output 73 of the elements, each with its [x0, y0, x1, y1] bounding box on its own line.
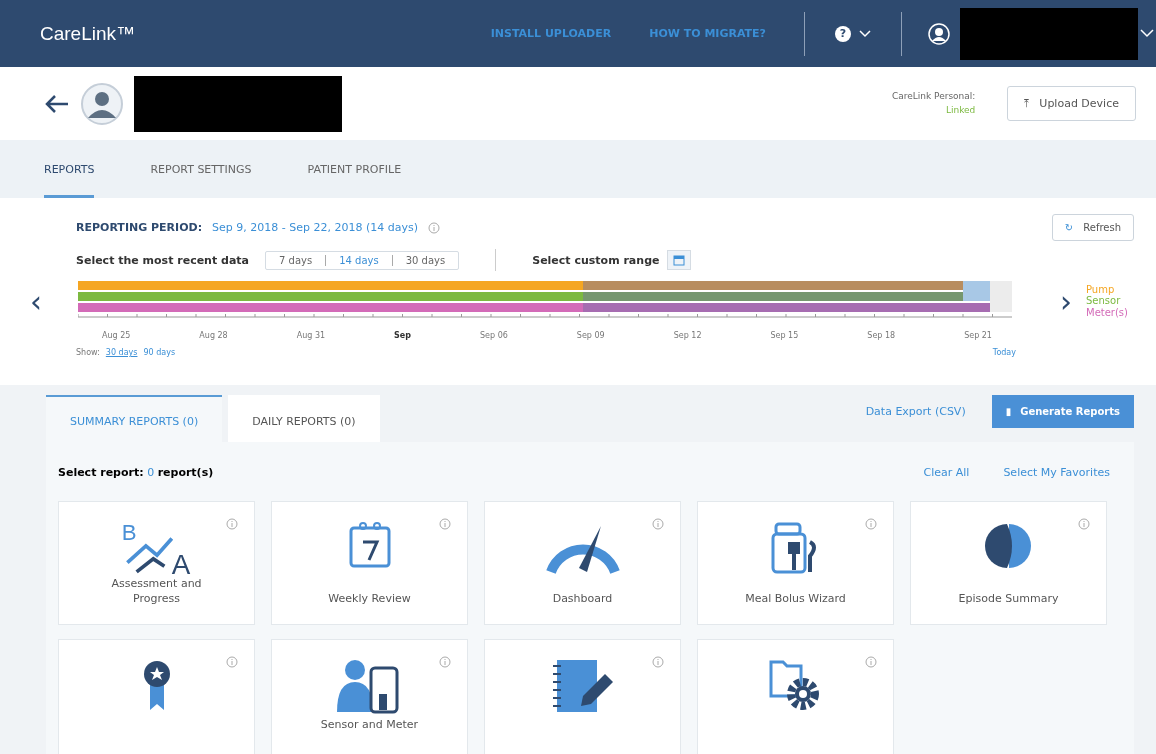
back-arrow-icon[interactable] — [44, 93, 70, 114]
info-icon[interactable] — [865, 656, 877, 668]
report-tab[interactable]: SUMMARY REPORTS (0) — [46, 395, 223, 442]
calendar-button[interactable] — [667, 250, 692, 270]
tab[interactable]: PATIENT PROFILE — [307, 140, 402, 198]
report-card[interactable]: Sensor and Meter — [271, 639, 468, 754]
report-tab[interactable]: DAILY REPORTS (0) — [228, 395, 380, 442]
axis-label: Aug 31 — [296, 331, 326, 340]
chevron-down-icon[interactable] — [859, 29, 871, 38]
axis-label: Aug 28 — [199, 331, 228, 340]
report-title: Assessment and Progress — [110, 577, 203, 606]
info-icon[interactable] — [439, 518, 451, 530]
legend-label: Sensor — [1086, 295, 1122, 307]
range-option[interactable]: 7 days — [266, 254, 326, 266]
axis-label: Sep 06 — [480, 331, 508, 340]
axis-label: Sep 15 — [770, 331, 799, 340]
report-card[interactable] — [58, 639, 255, 754]
show-range-link[interactable]: 30 days — [105, 348, 138, 357]
show-range-link[interactable]: 90 days — [143, 348, 176, 357]
info-icon[interactable] — [652, 518, 664, 530]
selection-count: Select report: 0 report(s) — [58, 466, 214, 479]
report-card[interactable]: Meal Bolus Wizard — [697, 501, 894, 625]
report-title: Sensor and Meter — [319, 717, 420, 732]
period-label: REPORTING PERIOD: — [76, 221, 203, 234]
refresh-button[interactable]: ↻ Refresh — [1051, 214, 1134, 241]
range-option[interactable]: 30 days — [391, 254, 459, 266]
period-value: Sep 9, 2018 - Sep 22, 2018 (14 days) — [212, 221, 418, 234]
calendar-icon — [673, 254, 686, 266]
select-favorites-link[interactable]: Select My Favorites — [1003, 466, 1110, 479]
info-icon[interactable] — [652, 656, 664, 668]
status-value: Linked — [944, 103, 976, 117]
report-card[interactable]: B A Assessment and Progress — [58, 501, 255, 625]
today-link[interactable]: Today — [992, 348, 1016, 357]
status-label: CareLink Personal: — [891, 90, 976, 103]
calendar-icon — [347, 520, 392, 570]
tab[interactable]: REPORT SETTINGS — [150, 140, 252, 198]
report-title: Meal Bolus Wizard — [744, 591, 847, 606]
report-title: Dashboard — [551, 591, 614, 606]
report-card[interactable]: Episode Summary — [910, 501, 1107, 625]
report-card[interactable]: Dashboard — [484, 501, 681, 625]
axis-label: Sep 09 — [576, 331, 605, 340]
info-icon[interactable] — [865, 518, 877, 530]
info-icon[interactable] — [226, 656, 238, 668]
user-avatar-icon[interactable] — [928, 22, 950, 45]
upload-device-button[interactable]: ⤒ Upload Device — [1007, 86, 1136, 121]
axis-label: Sep 12 — [673, 331, 702, 340]
axis-label: Sep 18 — [867, 331, 896, 340]
report-card[interactable] — [484, 639, 681, 754]
custom-range-label: Select custom range — [532, 253, 660, 267]
report-card[interactable]: Weekly Review — [271, 501, 468, 625]
notebook-pencil-icon — [550, 658, 615, 714]
report-title: Weekly Review — [327, 591, 412, 606]
report-card[interactable] — [697, 639, 894, 754]
patient-avatar-icon — [80, 81, 124, 126]
axis-label: Sep 21 — [964, 331, 992, 340]
data-export-link[interactable]: Data Export (CSV) — [865, 405, 966, 418]
axis-label: Aug 25 — [102, 331, 131, 340]
legend-label: Pump — [1086, 283, 1116, 296]
chevron-down-icon[interactable] — [1140, 28, 1154, 39]
range-option[interactable]: 14 days — [325, 254, 392, 266]
carelink-logo: CareLink™ — [40, 22, 137, 45]
info-icon[interactable] — [226, 518, 238, 530]
recent-data-label: Select the most recent data — [76, 253, 250, 267]
info-icon[interactable] — [439, 656, 451, 668]
info-icon[interactable] — [428, 221, 440, 234]
report-title: Episode Summary — [957, 591, 1060, 606]
help-icon[interactable]: ? — [835, 25, 851, 42]
axis-label: Sep — [394, 331, 411, 340]
show-label: Show: — [76, 348, 100, 357]
generate-reports-button[interactable]: ▮ Generate Reports — [991, 395, 1134, 428]
clear-all-link[interactable]: Clear All — [923, 466, 970, 479]
legend-label: Meter(s) — [1086, 306, 1128, 319]
info-icon[interactable] — [1078, 518, 1090, 530]
